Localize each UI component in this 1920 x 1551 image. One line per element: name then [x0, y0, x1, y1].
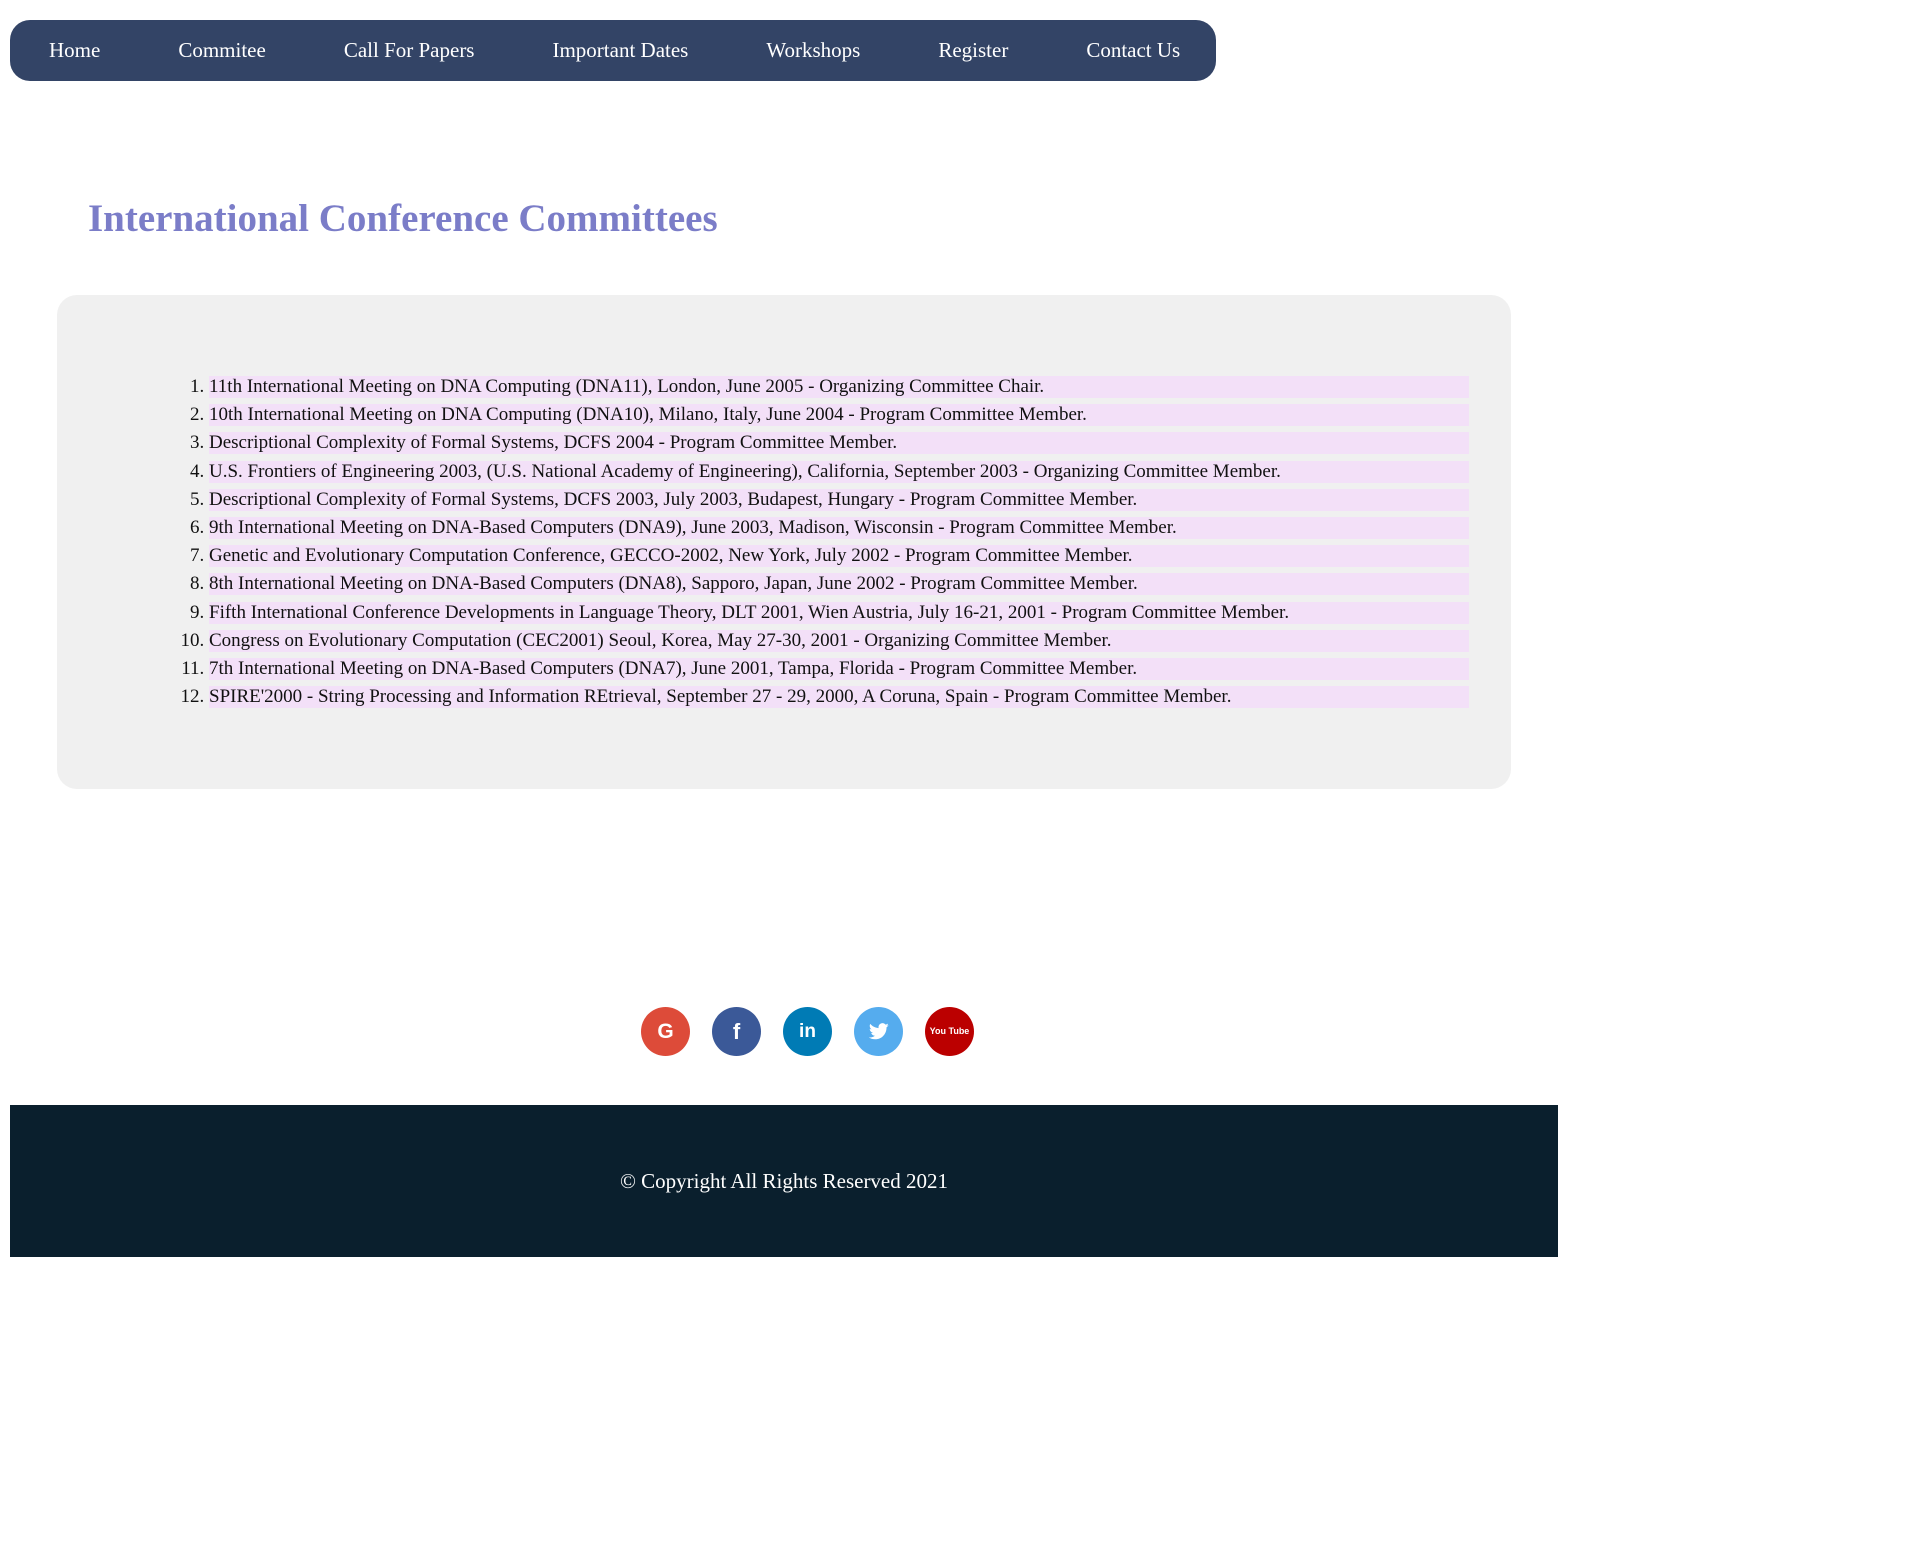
- nav-item-home[interactable]: Home: [49, 38, 100, 63]
- list-item: 9th International Meeting on DNA-Based C…: [209, 516, 1469, 539]
- social-links: G f in You Tube: [641, 1007, 974, 1056]
- facebook-icon[interactable]: f: [712, 1007, 761, 1056]
- nav-item-register[interactable]: Register: [938, 38, 1008, 63]
- list-item: SPIRE'2000 - String Processing and Infor…: [209, 686, 1469, 709]
- committee-list: 11th International Meeting on DNA Comput…: [152, 376, 1469, 714]
- nav-item-commitee[interactable]: Commitee: [178, 38, 266, 63]
- list-item: Congress on Evolutionary Computation (CE…: [209, 629, 1469, 652]
- copyright-text: © Copyright All Rights Reserved 2021: [619, 1168, 949, 1193]
- list-item: 11th International Meeting on DNA Comput…: [209, 376, 1469, 398]
- list-item: 10th International Meeting on DNA Comput…: [209, 404, 1469, 427]
- list-item: Descriptional Complexity of Formal Syste…: [209, 432, 1469, 455]
- list-item: 8th International Meeting on DNA-Based C…: [209, 573, 1469, 596]
- footer: © Copyright All Rights Reserved 2021: [10, 1105, 1558, 1257]
- nav-item-important-dates[interactable]: Important Dates: [552, 38, 688, 63]
- list-item: 7th International Meeting on DNA-Based C…: [209, 657, 1469, 680]
- nav-item-call-for-papers[interactable]: Call For Papers: [344, 38, 475, 63]
- list-item: Genetic and Evolutionary Computation Con…: [209, 545, 1469, 568]
- list-item: Fifth International Conference Developme…: [209, 601, 1469, 624]
- youtube-icon[interactable]: You Tube: [925, 1007, 974, 1056]
- twitter-bird-glyph: [868, 1023, 889, 1040]
- top-navbar: Home Commitee Call For Papers Important …: [10, 20, 1216, 81]
- list-item: Descriptional Complexity of Formal Syste…: [209, 488, 1469, 511]
- list-item: U.S. Frontiers of Engineering 2003, (U.S…: [209, 460, 1469, 483]
- google-icon[interactable]: G: [641, 1007, 690, 1056]
- twitter-icon[interactable]: [854, 1007, 903, 1056]
- page-title: International Conference Committees: [88, 197, 718, 240]
- nav-item-contact-us[interactable]: Contact Us: [1086, 38, 1180, 63]
- linkedin-icon[interactable]: in: [783, 1007, 832, 1056]
- nav-item-workshops[interactable]: Workshops: [766, 38, 860, 63]
